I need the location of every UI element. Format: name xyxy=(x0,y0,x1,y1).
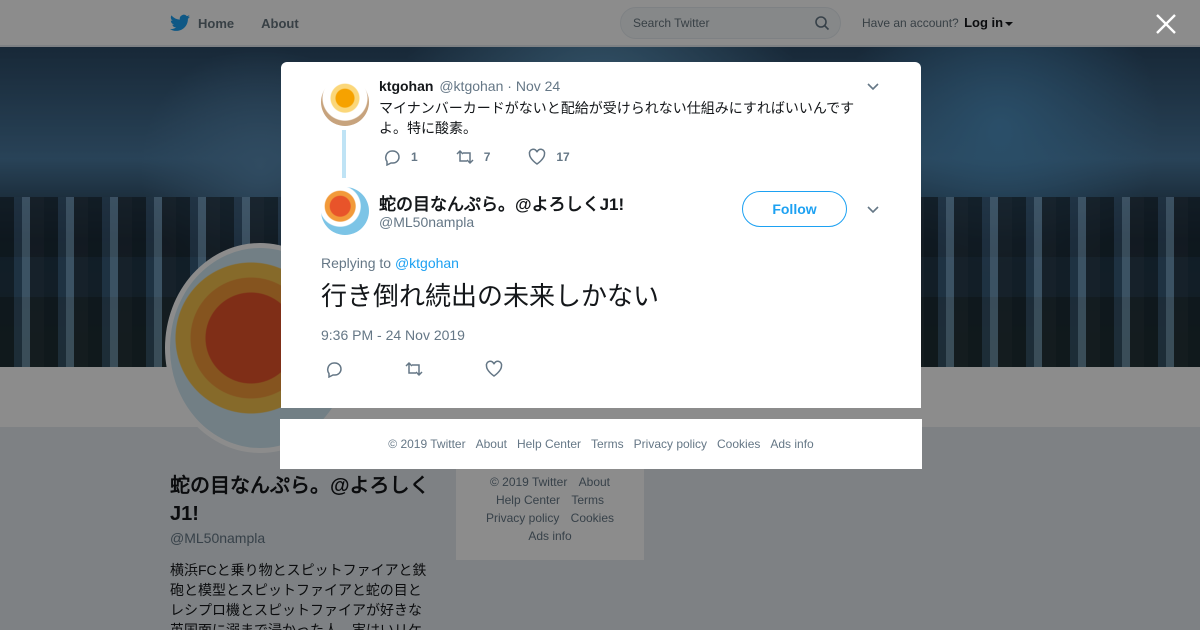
avatar[interactable] xyxy=(321,187,369,235)
like-count: 17 xyxy=(556,150,570,164)
reply-count: 1 xyxy=(411,150,418,164)
like-button[interactable] xyxy=(485,360,565,383)
main-tweet-text: 行き倒れ続出の未来しかない xyxy=(321,281,660,311)
main-tweet-name[interactable]: 蛇の目なんぷら。@よろしくJ1! xyxy=(379,190,624,215)
parent-tweet-date[interactable]: Nov 24 xyxy=(516,78,560,94)
chevron-down-icon[interactable] xyxy=(867,83,879,91)
retweet-icon xyxy=(456,149,474,165)
like-button[interactable]: 17 xyxy=(528,148,570,166)
parent-tweet-actions: 1 7 17 xyxy=(383,148,608,166)
main-tweet-actions xyxy=(325,360,565,383)
retweet-icon xyxy=(405,361,423,377)
follow-button[interactable]: Follow xyxy=(742,191,847,227)
footer-cookies[interactable]: Cookies xyxy=(717,437,760,451)
parent-tweet-text: マイナンバーカードがないと配給が受けられない仕組みにすればいいんですよ。特に酸素… xyxy=(379,100,855,136)
reply-button[interactable] xyxy=(325,360,405,383)
tweet-timestamp[interactable]: 9:36 PM - 24 Nov 2019 xyxy=(321,327,465,343)
modal-footer: © 2019 Twitter About Help Center Terms P… xyxy=(280,419,922,469)
parent-tweet-name[interactable]: ktgohan xyxy=(379,78,433,94)
footer-terms[interactable]: Terms xyxy=(591,437,624,451)
main-tweet-handle[interactable]: @ML50nampla xyxy=(379,214,474,230)
reply-button[interactable]: 1 xyxy=(383,148,418,166)
thread-line xyxy=(342,130,346,178)
avatar[interactable] xyxy=(321,78,369,126)
parent-tweet-header: ktgohan @ktgohan · Nov 24 xyxy=(379,78,560,94)
footer-ads-info[interactable]: Ads info xyxy=(770,437,813,451)
replying-to-link[interactable]: @ktgohan xyxy=(395,255,459,271)
retweet-count: 7 xyxy=(483,150,491,164)
reply-icon xyxy=(326,362,342,379)
footer-about[interactable]: About xyxy=(476,437,507,451)
replying-prefix: Replying to xyxy=(321,255,392,271)
heart-icon xyxy=(485,360,503,377)
reply-icon xyxy=(384,150,400,166)
heart-icon xyxy=(529,148,546,165)
close-icon[interactable] xyxy=(1155,13,1177,35)
retweet-button[interactable]: 7 xyxy=(456,148,491,166)
replying-to: Replying to @ktgohan xyxy=(321,255,459,271)
parent-tweet-separator: · xyxy=(507,78,512,94)
chevron-down-icon[interactable] xyxy=(867,206,879,214)
retweet-button[interactable] xyxy=(405,360,485,383)
footer-copyright: © 2019 Twitter xyxy=(388,437,466,451)
footer-help-center[interactable]: Help Center xyxy=(517,437,581,451)
parent-tweet-handle[interactable]: @ktgohan xyxy=(439,78,503,94)
tweet-modal: ktgohan @ktgohan · Nov 24 マイナンバーカードがないと配… xyxy=(281,62,921,408)
footer-privacy[interactable]: Privacy policy xyxy=(634,437,707,451)
